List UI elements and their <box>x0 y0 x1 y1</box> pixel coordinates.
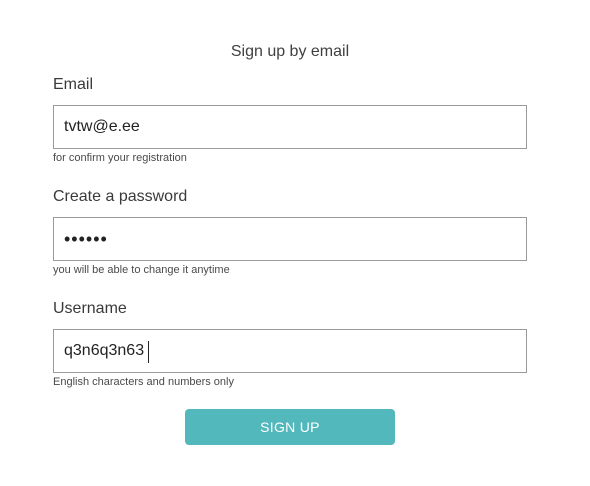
username-field[interactable] <box>53 329 527 373</box>
signup-form: Sign up by email Email for confirm your … <box>0 0 590 486</box>
username-label: Username <box>53 300 127 317</box>
email-label: Email <box>53 76 94 93</box>
form-title: Sign up by email <box>230 43 350 60</box>
sign-up-button[interactable]: SIGN UP <box>185 409 395 445</box>
password-label: Create a password <box>53 188 188 205</box>
password-hint: you will be able to change it anytime <box>53 264 230 276</box>
email-field[interactable] <box>53 105 527 149</box>
email-hint: for confirm your registration <box>53 152 187 164</box>
text-caret <box>148 341 149 363</box>
username-hint: English characters and numbers only <box>53 376 234 388</box>
password-field[interactable] <box>53 217 527 261</box>
